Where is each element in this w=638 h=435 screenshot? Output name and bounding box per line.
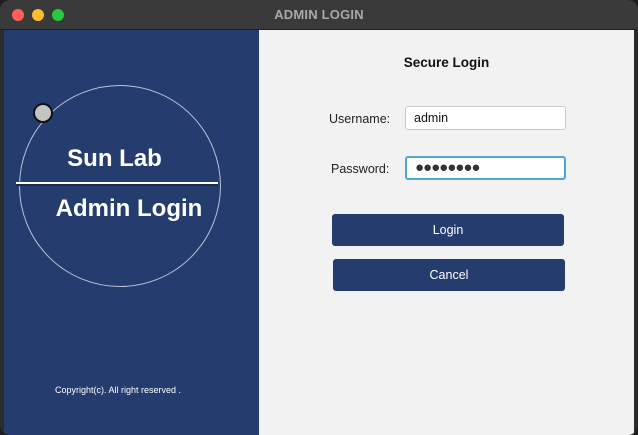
title-bar[interactable]: ADMIN LOGIN <box>0 0 638 30</box>
brand-title: Sun Lab <box>67 145 162 172</box>
brand-dot-icon <box>33 103 53 123</box>
username-label: Username: <box>329 112 391 126</box>
cancel-button[interactable]: Cancel <box>333 259 565 291</box>
username-input[interactable]: admin <box>405 106 566 130</box>
password-label: Password: <box>331 162 390 176</box>
login-button[interactable]: Login <box>332 214 564 246</box>
copyright-text: Copyright(c). All right reserved . <box>54 385 182 395</box>
app-window: ADMIN LOGIN Sun Lab Admin Login Copyrigh… <box>0 0 638 435</box>
password-input[interactable]: ●●●●●●●● <box>405 156 566 180</box>
window-title: ADMIN LOGIN <box>274 7 364 22</box>
login-form-panel: Secure Login Username: admin Password: ●… <box>259 30 634 435</box>
brand-panel: Sun Lab Admin Login Copyright(c). All ri… <box>4 30 259 435</box>
brand-subtitle: Admin Login <box>55 195 203 222</box>
form-heading: Secure Login <box>403 55 490 70</box>
brand-divider <box>16 182 218 186</box>
